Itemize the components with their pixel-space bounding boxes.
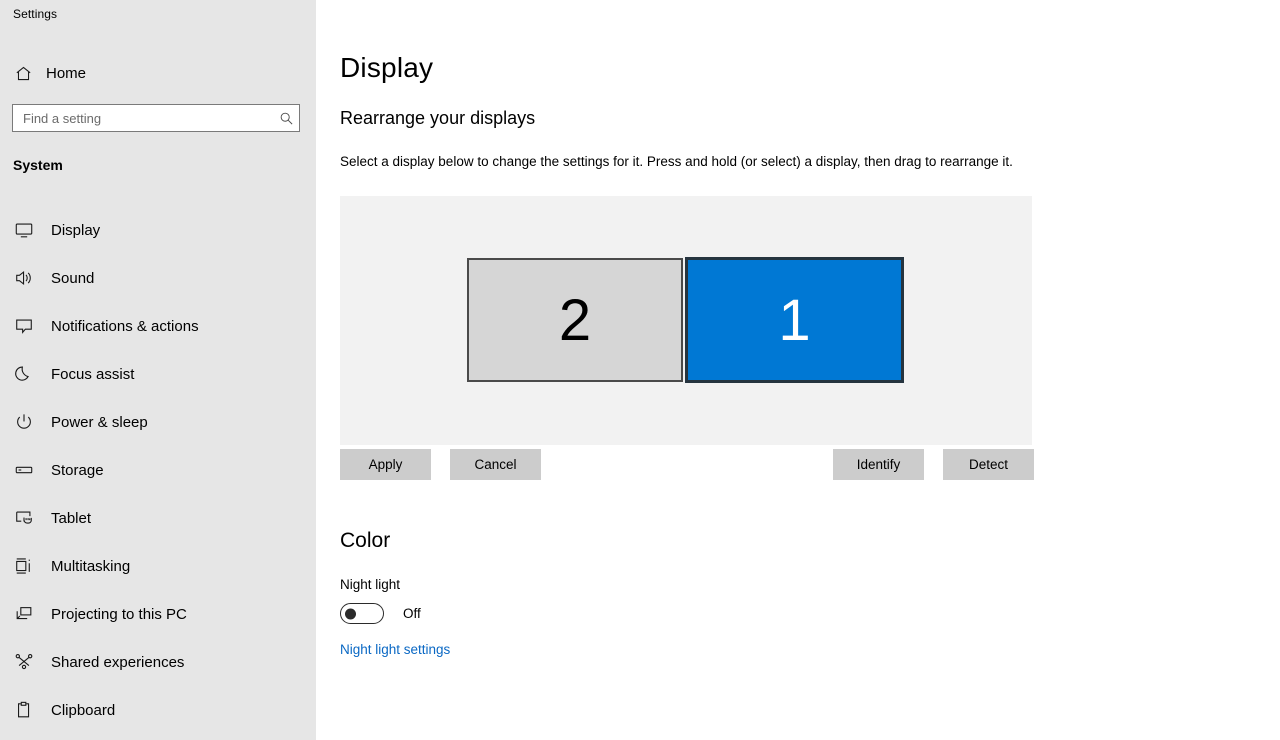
sidebar-item-label: Sound: [51, 269, 95, 287]
main-content: Display Rearrange your displays Select a…: [316, 0, 1280, 740]
sidebar-item-power-sleep[interactable]: Power & sleep: [0, 398, 316, 446]
sidebar: Settings Home System: [0, 0, 316, 740]
sidebar-item-clipboard[interactable]: Clipboard: [0, 686, 316, 734]
sidebar-item-tablet[interactable]: Tablet: [0, 494, 316, 542]
speech-bubble-icon: [13, 315, 35, 337]
sidebar-item-label: Shared experiences: [51, 653, 185, 671]
sidebar-item-notifications[interactable]: Notifications & actions: [0, 302, 316, 350]
night-light-state: Off: [403, 606, 421, 621]
sidebar-item-multitasking[interactable]: Multitasking: [0, 542, 316, 590]
rearrange-heading: Rearrange your displays: [340, 108, 536, 128]
multitasking-icon: [13, 555, 35, 577]
night-light-toggle-row: Off: [340, 603, 421, 624]
cancel-button[interactable]: Cancel: [450, 449, 541, 480]
sidebar-item-shared-experiences[interactable]: Shared experiences: [0, 638, 316, 686]
tablet-hand-icon: [13, 507, 35, 529]
color-section-heading: Color: [340, 529, 391, 552]
sidebar-item-display[interactable]: Display: [0, 206, 316, 254]
display-tile-2[interactable]: 2: [467, 258, 683, 382]
sidebar-item-label: Clipboard: [51, 701, 116, 719]
identify-button[interactable]: Identify: [833, 449, 924, 480]
sidebar-item-sound[interactable]: Sound: [0, 254, 316, 302]
speaker-icon: [13, 267, 35, 289]
sidebar-item-label: Power & sleep: [51, 413, 148, 431]
night-light-label: Night light: [340, 577, 401, 592]
drive-icon: [13, 459, 35, 481]
sidebar-section-label: System: [13, 157, 63, 173]
sidebar-item-label: Multitasking: [51, 557, 131, 575]
search-icon[interactable]: [273, 105, 299, 131]
sidebar-item-label: Notifications & actions: [51, 317, 199, 335]
search-box[interactable]: [12, 104, 300, 132]
power-icon: [13, 411, 35, 433]
sidebar-item-label: Tablet: [51, 509, 92, 527]
night-light-settings-link[interactable]: Night light settings: [340, 642, 450, 657]
sidebar-item-home[interactable]: Home: [0, 58, 316, 88]
home-icon: [13, 63, 33, 83]
home-label: Home: [46, 64, 87, 82]
apply-button[interactable]: Apply: [340, 449, 431, 480]
sidebar-item-label: Projecting to this PC: [51, 605, 187, 623]
night-light-toggle[interactable]: [340, 603, 384, 624]
share-nodes-icon: [13, 651, 35, 673]
sidebar-item-label: Focus assist: [51, 365, 135, 383]
clipboard-icon: [13, 699, 35, 721]
sidebar-item-focus-assist[interactable]: Focus assist: [0, 350, 316, 398]
display-arrangement-canvas[interactable]: 2 1: [340, 196, 1032, 445]
detect-button[interactable]: Detect: [943, 449, 1034, 480]
monitor-icon: [13, 219, 35, 241]
display-tile-1[interactable]: 1: [685, 257, 904, 383]
sidebar-nav: Display Sound Notifications & actions Fo…: [0, 206, 316, 734]
app-title: Settings: [13, 7, 58, 21]
projecting-icon: [13, 603, 35, 625]
moon-icon: [13, 363, 35, 385]
page-title: Display: [340, 52, 434, 83]
search-input[interactable]: [13, 105, 268, 131]
sidebar-item-label: Display: [51, 221, 101, 239]
sidebar-item-projecting[interactable]: Projecting to this PC: [0, 590, 316, 638]
sidebar-item-label: Storage: [51, 461, 104, 479]
rearrange-instruction: Select a display below to change the set…: [340, 154, 1013, 169]
sidebar-item-storage[interactable]: Storage: [0, 446, 316, 494]
toggle-knob: [345, 608, 356, 619]
